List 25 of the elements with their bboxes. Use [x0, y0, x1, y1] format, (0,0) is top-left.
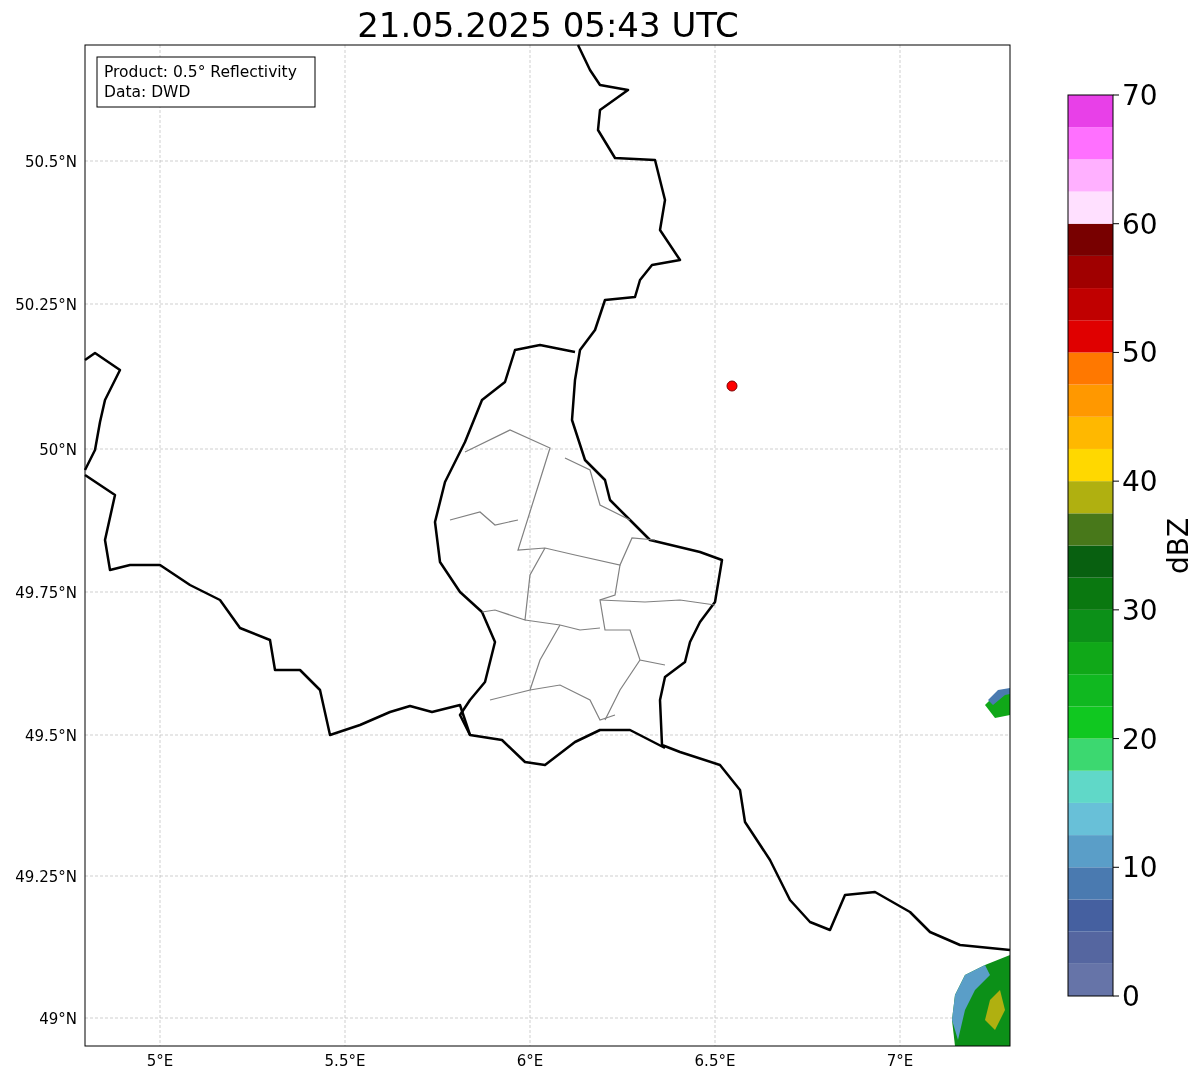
- colorbar-tick-label: 10: [1122, 851, 1158, 885]
- chart-title: 21.05.2025 05:43 UTC: [357, 5, 739, 45]
- axis-tick-label: 49.75°N: [15, 584, 77, 602]
- info-text: Product: 0.5° Reflectivity: [104, 63, 297, 81]
- axis-tick-label: 5.5°E: [324, 1052, 366, 1070]
- colorbar-tick-label: 60: [1122, 207, 1158, 241]
- colorbar-tick-label: 50: [1122, 336, 1158, 370]
- axis-tick-label: 49.25°N: [15, 868, 77, 886]
- colorbar-label: dBZ: [1162, 517, 1195, 575]
- colorbar-tick-label: 70: [1122, 79, 1158, 112]
- axis-tick-label: 6°E: [516, 1052, 544, 1070]
- colorbar-tick-label: 40: [1122, 465, 1158, 499]
- info-text: Data: DWD: [104, 83, 191, 101]
- radar-site-marker: [726, 380, 738, 392]
- axis-tick-label: 50.5°N: [24, 153, 77, 171]
- axis-tick-label: 50°N: [39, 441, 77, 459]
- axis-tick-label: 49.5°N: [24, 727, 77, 745]
- axis-tick-label: 7°E: [886, 1052, 914, 1070]
- colorbar-tick-label: 0: [1122, 980, 1140, 1013]
- axis-tick-label: 50.25°N: [15, 296, 77, 314]
- colorbar-tick-label: 30: [1122, 593, 1158, 627]
- axis-tick-label: 5°E: [146, 1052, 174, 1070]
- axis-tick-label: 49°N: [39, 1010, 77, 1028]
- colorbar-tick-label: 20: [1122, 722, 1158, 756]
- axis-tick-label: 6.5°E: [694, 1052, 736, 1070]
